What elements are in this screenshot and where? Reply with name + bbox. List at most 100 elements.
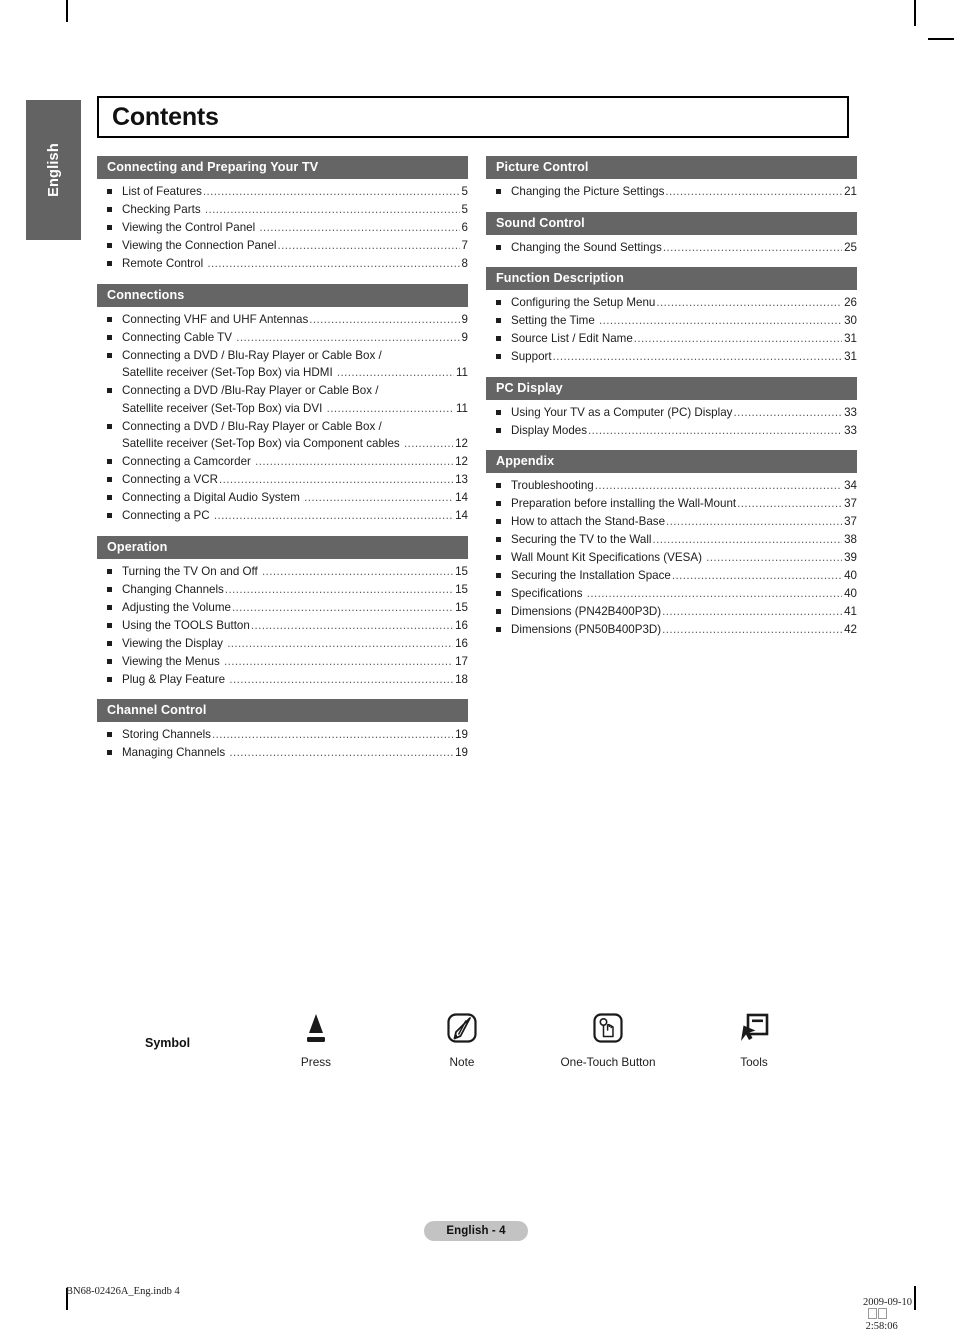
toc-entry[interactable]: Display Modes...........................… <box>486 422 857 440</box>
toc-section-heading: Function Description <box>486 267 857 290</box>
bullet-square-icon <box>107 352 112 358</box>
toc-entry[interactable]: Changing Channels.......................… <box>97 581 468 599</box>
toc-entry[interactable]: Viewing the Control Panel ..............… <box>97 219 468 237</box>
toc-entry-text: Using Your TV as a Computer (PC) Display <box>511 405 733 419</box>
toc-entry[interactable]: Changing the Sound Settings.............… <box>486 239 857 257</box>
toc-entry-list: Connecting VHF and UHF Antennas.........… <box>97 307 468 525</box>
print-footer-time: 2:58:06 <box>865 1321 898 1332</box>
leader-dots: ........................................… <box>211 728 453 741</box>
toc-entry[interactable]: Storing Channels........................… <box>97 726 468 744</box>
toc-entry[interactable]: Connecting a Digital Audio System ......… <box>97 489 468 507</box>
toc-entry-page: 39 <box>844 551 857 564</box>
toc-entry-text: Connecting Cable TV <box>122 330 236 344</box>
toc-entry-text: Viewing the Display <box>122 636 227 650</box>
toc-entry-list: Troubleshooting.........................… <box>486 473 857 639</box>
toc-entry[interactable]: Viewing the Display ....................… <box>97 635 468 653</box>
toc-entry[interactable]: Connecting a PC ........................… <box>97 507 468 525</box>
bullet-square-icon <box>107 640 112 646</box>
toc-section-heading: Picture Control <box>486 156 857 179</box>
tools-cursor-icon <box>689 1005 819 1051</box>
toc-entry[interactable]: Preparation before installing the Wall-M… <box>486 495 857 513</box>
toc-entry[interactable]: Turning the TV On and Off ..............… <box>97 563 468 581</box>
toc-entry-page: 16 <box>455 636 468 650</box>
bullet-square-icon <box>107 568 112 574</box>
bullet-square-icon <box>496 501 501 506</box>
toc-section-heading: PC Display <box>486 376 857 400</box>
toc-section: PC Display Using Your TV as a Computer (P… <box>486 376 857 440</box>
toc-entry[interactable]: Connecting a DVD /Blu-Ray Player or Cabl… <box>97 382 468 417</box>
bullet-square-icon <box>496 244 501 250</box>
bullet-square-icon <box>107 459 112 464</box>
toc-entry-text: Connecting a DVD / Blu-Ray Player or Cab… <box>122 348 382 362</box>
toc-entry[interactable]: Changing the Picture Settings...........… <box>486 183 857 201</box>
symbol-tools: Tools <box>689 1005 819 1069</box>
language-tab: English <box>26 100 81 240</box>
toc-entry[interactable]: Setting the Time .......................… <box>486 312 857 330</box>
toc-entry[interactable]: Using Your TV as a Computer (PC) Display… <box>486 404 857 422</box>
toc-entry[interactable]: Connecting Cable TV ....................… <box>97 329 468 347</box>
toc-entry[interactable]: Specifications .........................… <box>486 585 857 603</box>
leader-dots: ........................................… <box>219 473 453 486</box>
toc-section-heading: Connections <box>97 283 468 307</box>
leader-dots: ........................................… <box>656 296 843 309</box>
toc-entry[interactable]: Connecting a VCR........................… <box>97 471 468 489</box>
toc-entry-page: 41 <box>844 605 857 618</box>
toc-entry[interactable]: Remote Control .........................… <box>97 255 468 273</box>
toc-entry-text: Using the TOOLS Button <box>122 618 250 632</box>
bullet-square-icon <box>496 555 501 560</box>
toc-entry[interactable]: Securing the Installation Space.........… <box>486 567 857 585</box>
toc-entry-page: 15 <box>455 600 468 614</box>
leader-dots: ........................................… <box>262 564 454 578</box>
toc-entry-text: Connecting a DVD / Blu-Ray Player or Cab… <box>122 419 382 433</box>
toc-entry[interactable]: Checking Parts .........................… <box>97 201 468 219</box>
bullet-square-icon <box>107 243 112 248</box>
bullet-square-icon <box>496 336 501 341</box>
toc-entry[interactable]: Plug & Play Feature ....................… <box>97 671 468 689</box>
toc-entry-page: 13 <box>455 473 468 486</box>
toc-entry[interactable]: Adjusting the Volume....................… <box>97 599 468 617</box>
toc-entry[interactable]: How to attach the Stand-Base............… <box>486 513 857 531</box>
toc-entry[interactable]: Using the TOOLS Button..................… <box>97 617 468 635</box>
toc-entry-page: 8 <box>461 257 468 270</box>
toc-entry[interactable]: Dimensions (PN50B400P3D)................… <box>486 621 857 639</box>
toc-entry[interactable]: Securing the TV to the Wall.............… <box>486 531 857 549</box>
toc-entry[interactable]: Troubleshooting.........................… <box>486 477 857 495</box>
leader-dots: ........................................… <box>737 497 843 510</box>
toc-entry-text: List of Features <box>122 185 202 198</box>
leader-dots: ........................................… <box>599 314 843 327</box>
toc-entry[interactable]: Connecting a Camcorder .................… <box>97 453 468 471</box>
toc-entry-list: Configuring the Setup Menu..............… <box>486 290 857 366</box>
toc-entry[interactable]: Viewing the Connection Panel............… <box>97 237 468 255</box>
toc-entry[interactable]: Dimensions (PN42B400P3D)................… <box>486 603 857 621</box>
toc-entry[interactable]: Wall Mount Kit Specifications (VESA) ...… <box>486 549 857 567</box>
toc-entry-text: Preparation before installing the Wall-M… <box>511 497 737 510</box>
toc-entry[interactable]: Connecting a DVD / Blu-Ray Player or Cab… <box>97 347 468 382</box>
toc-entry-text: Troubleshooting <box>511 479 594 492</box>
leader-dots: ........................................… <box>662 240 842 254</box>
toc-entry[interactable]: Support.................................… <box>486 348 857 366</box>
toc-entry-page: 26 <box>844 296 857 309</box>
toc-section-heading: Sound Control <box>486 211 857 235</box>
bullet-square-icon <box>496 318 501 323</box>
language-tab-label: English <box>45 143 62 197</box>
toc-entry[interactable]: Connecting a DVD / Blu-Ray Player or Cab… <box>97 418 468 453</box>
page-number-label: English - 4 <box>446 1225 506 1237</box>
toc-entry-text: Connecting a Camcorder <box>122 455 255 468</box>
toc-entry[interactable]: List of Features........................… <box>97 183 468 201</box>
bullet-square-icon <box>107 388 112 393</box>
bullet-square-icon <box>107 316 112 322</box>
leader-dots: ........................................… <box>231 600 453 614</box>
toc-entry[interactable]: Connecting VHF and UHF Antennas.........… <box>97 311 468 329</box>
toc-entry[interactable]: Viewing the Menus ......................… <box>97 653 468 671</box>
toc-entry-page: 34 <box>844 479 857 492</box>
toc-entry-text: Viewing the Connection Panel <box>122 239 277 252</box>
toc-entry-list: Using Your TV as a Computer (PC) Display… <box>486 400 857 440</box>
print-footer: BN68-02426A_Eng.indb 4 2009-09-10 2:58:0… <box>0 1284 954 1332</box>
toc-entry[interactable]: Configuring the Setup Menu..............… <box>486 294 857 312</box>
bullet-square-icon <box>496 519 501 524</box>
toc-entry[interactable]: Managing Channels ......................… <box>97 744 468 762</box>
toc-entry-page: 12 <box>455 437 468 450</box>
toc-entry[interactable]: Source List / Edit Name.................… <box>486 330 857 348</box>
leader-dots: ........................................… <box>662 605 843 618</box>
symbol-legend-label: Symbol <box>145 1036 191 1050</box>
